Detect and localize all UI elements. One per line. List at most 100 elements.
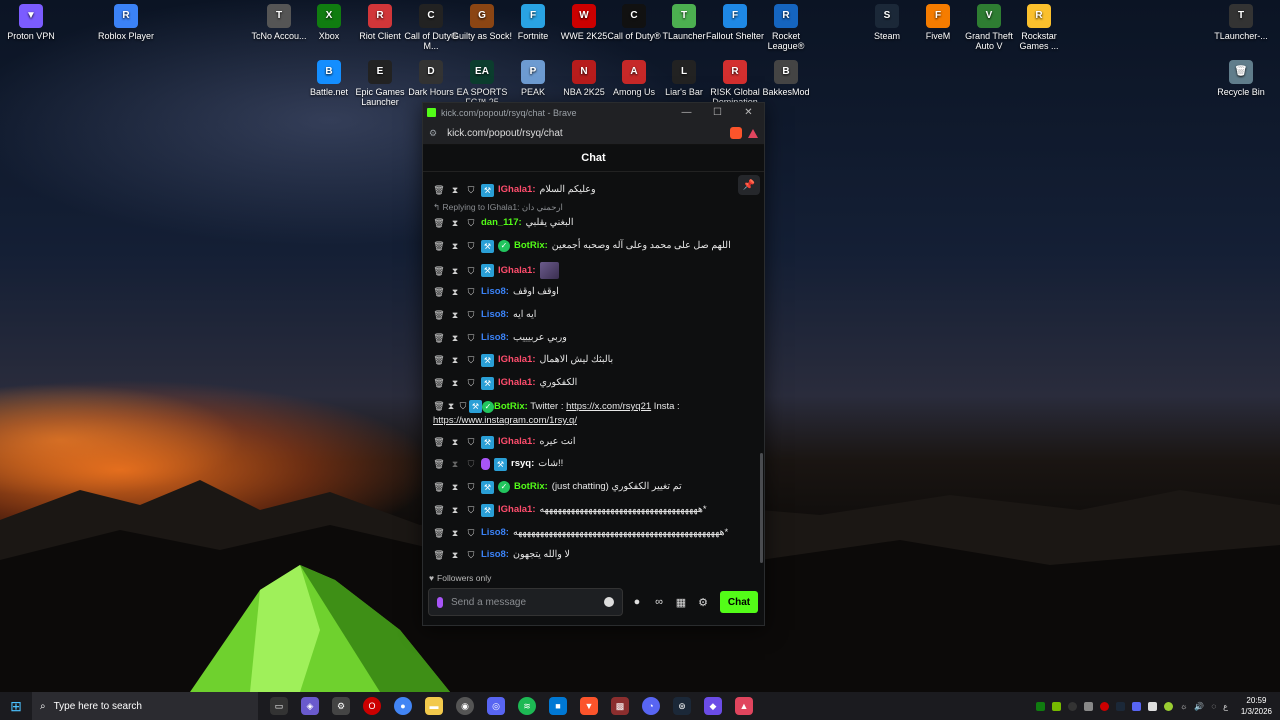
brave-nightly-icon[interactable]: ▲ [735, 697, 753, 715]
search-placeholder[interactable]: Type here to search [54, 701, 142, 712]
chat-username[interactable]: IGhala1: [498, 353, 536, 367]
network-icon[interactable]: ◌ [1211, 702, 1216, 711]
shield-icon[interactable]: ⛉ [465, 376, 477, 390]
address-bar[interactable]: ⚙ kick.com/popout/rsyq/chat [423, 122, 764, 145]
delete-icon[interactable]: 🗑 [433, 264, 445, 278]
settings-icon[interactable]: ⚙ [695, 596, 711, 609]
delete-icon[interactable]: 🗑 [433, 216, 445, 230]
maximize-button[interactable]: ☐ [702, 107, 733, 118]
delete-icon[interactable]: 🗑 [433, 457, 445, 471]
timeout-icon[interactable]: ⧗ [449, 526, 461, 540]
chat-username[interactable]: BotRix: [514, 239, 548, 253]
shield-icon[interactable]: ⛉ [465, 183, 477, 197]
timeout-icon[interactable]: ⧗ [445, 399, 457, 413]
store-icon[interactable]: ▦ [673, 596, 689, 609]
gamepad-tray-icon[interactable] [1084, 701, 1093, 711]
delete-icon[interactable]: 🗑 [433, 526, 445, 540]
desktop-icon[interactable]: B BakkesMod [755, 60, 817, 97]
chat-messages[interactable]: ↰ Replying to IGhala1: ارحمني دان 🗑 ⧗ ⛉ ⚒ IGh… [423, 171, 759, 565]
timeout-icon[interactable]: ⧗ [449, 480, 461, 494]
clock[interactable]: 20:59 1/3/2026 [1241, 695, 1272, 717]
timeout-icon[interactable]: ⧗ [449, 548, 461, 562]
timeout-icon[interactable]: ⧗ [449, 264, 461, 278]
obs-icon[interactable]: ◉ [456, 697, 474, 715]
delete-icon[interactable]: 🗑 [433, 285, 445, 299]
desktop-icon[interactable]: R Rockstar Games ... [1008, 4, 1070, 51]
delete-icon[interactable]: 🗑 [433, 503, 445, 517]
infinity-icon[interactable]: ∞ [651, 596, 667, 608]
timeout-icon[interactable]: ⧗ [449, 216, 461, 230]
brightness-icon[interactable]: ☼ [1180, 702, 1187, 711]
chrome-icon[interactable]: ● [394, 697, 412, 715]
delete-icon[interactable]: 🗑 [433, 353, 445, 367]
pin-icon[interactable]: 📌 [738, 175, 760, 195]
timeout-icon[interactable]: ⧗ [449, 183, 461, 197]
delete-icon[interactable]: 🗑 [433, 376, 445, 390]
task-view-icon[interactable]: ▭ [270, 697, 288, 715]
emoji-icon[interactable] [604, 597, 614, 607]
chat-username[interactable]: BotRix: [494, 401, 528, 412]
timeout-icon[interactable]: ⧗ [449, 435, 461, 449]
store-app-icon[interactable]: ■ [549, 697, 567, 715]
shield-icon[interactable]: ⛉ [465, 331, 477, 345]
url-text[interactable]: kick.com/popout/rsyq/chat [447, 128, 563, 139]
steam-icon[interactable]: ⊛ [673, 697, 691, 715]
discord-tray-icon[interactable] [1132, 701, 1141, 711]
timeout-icon[interactable]: ⧗ [449, 239, 461, 253]
delete-icon[interactable]: 🗑 [433, 183, 445, 197]
delete-icon[interactable]: 🗑 [433, 480, 445, 494]
chat-message[interactable]: 🗑 ⧗ ⛉ ⚒ rsyq: شات!! [433, 457, 745, 471]
chat-username[interactable]: IGhala1: [498, 264, 536, 278]
chat-message[interactable]: 🗑 ⧗ ⛉ ⚒ IGhala1: انت عيره [433, 435, 745, 449]
chat-scrollbar[interactable] [760, 453, 763, 563]
timeout-icon[interactable]: ⧗ [449, 457, 461, 471]
chat-message[interactable]: 🗑 ⧗ ⛉ ⚒ ✓ BotRix: Twitter : https://x.com/rsy… [433, 399, 745, 428]
spotify-icon[interactable]: ≋ [518, 697, 536, 715]
chat-message[interactable]: 🗑 ⧗ ⛉ Liso8: وربي عربيييب [433, 331, 745, 345]
timeout-icon[interactable]: ⧗ [449, 503, 461, 517]
chat-username[interactable]: Liso8: [481, 526, 509, 540]
chat-message[interactable]: 🗑 ⧗ ⛉ Liso8: هههههههههههههههههههههههههههههه… [433, 526, 745, 540]
chat-message[interactable]: 🗑 ⧗ ⛉ ⚒ IGhala1: [433, 262, 745, 279]
send-chat-button[interactable]: Chat [720, 591, 758, 613]
desktop-icon[interactable]: 🗑 Recycle Bin [1210, 60, 1272, 97]
desktop-icon[interactable]: R Roblox Player [95, 4, 157, 41]
file-explorer-icon[interactable]: ▬ [425, 697, 443, 715]
delete-icon[interactable]: 🗑 [433, 239, 445, 253]
timeout-icon[interactable]: ⧗ [449, 376, 461, 390]
app-tray-icon[interactable] [1164, 701, 1173, 711]
mic-icon[interactable] [437, 596, 443, 608]
chat-message[interactable]: 🗑 ⧗ ⛉ ⚒ IGhala1: وعليكم السلام [433, 183, 745, 197]
discord-active-icon[interactable]: ◎ [487, 697, 505, 715]
chat-message[interactable]: 🗑 ⧗ ⛉ Liso8: ايه ايه [433, 308, 745, 322]
brave-icon[interactable]: ▼ [580, 697, 598, 715]
steam-tray-icon[interactable] [1116, 701, 1125, 711]
chat-username[interactable]: IGhala1: [498, 435, 536, 449]
chat-link[interactable]: https://x.com/rsyq21 [566, 401, 651, 412]
shield-icon[interactable]: ⛉ [465, 503, 477, 517]
chat-username[interactable]: Liso8: [481, 331, 509, 345]
xbox-tray-icon[interactable] [1036, 701, 1045, 711]
site-settings-icon[interactable]: ⚙ [429, 128, 437, 139]
chat-username[interactable]: Liso8: [481, 308, 509, 322]
chat-message[interactable]: 🗑 ⧗ ⛉ ⚒ IGhala1: بالبثك ليش الاهمال [433, 353, 745, 367]
delete-icon[interactable]: 🗑 [433, 308, 445, 322]
minecraft-icon[interactable]: ▩ [611, 697, 629, 715]
brave-shields-icon[interactable] [730, 127, 742, 139]
timeout-icon[interactable]: ⧗ [449, 353, 461, 367]
window-titlebar[interactable]: kick.com/popout/rsyq/chat - Brave — ☐ ✕ [423, 103, 764, 122]
discord-icon[interactable]: ◔ [642, 697, 660, 715]
shield-icon[interactable]: ⛉ [465, 548, 477, 562]
shield-icon[interactable]: ⛉ [465, 264, 477, 278]
chat-message[interactable]: 🗑 ⧗ ⛉ ⚒ ✓ BotRix: اللهم صل على محمد وعلى آله … [433, 239, 745, 253]
shield-icon[interactable]: ⛉ [465, 239, 477, 253]
gear-app-icon[interactable]: ⚙ [332, 697, 350, 715]
shield-icon[interactable]: ⛉ [457, 399, 469, 413]
windows-start-icon[interactable]: ⊞ [0, 698, 32, 715]
chat-username[interactable]: BotRix: [514, 480, 548, 494]
minimize-button[interactable]: — [671, 107, 702, 118]
chat-message[interactable]: 🗑 ⧗ ⛉ dan_117: البغني يقلبي [433, 216, 745, 230]
timeout-icon[interactable]: ⧗ [449, 331, 461, 345]
gamepad-icon[interactable]: ◈ [301, 697, 319, 715]
chat-input[interactable]: Send a message [428, 588, 623, 616]
